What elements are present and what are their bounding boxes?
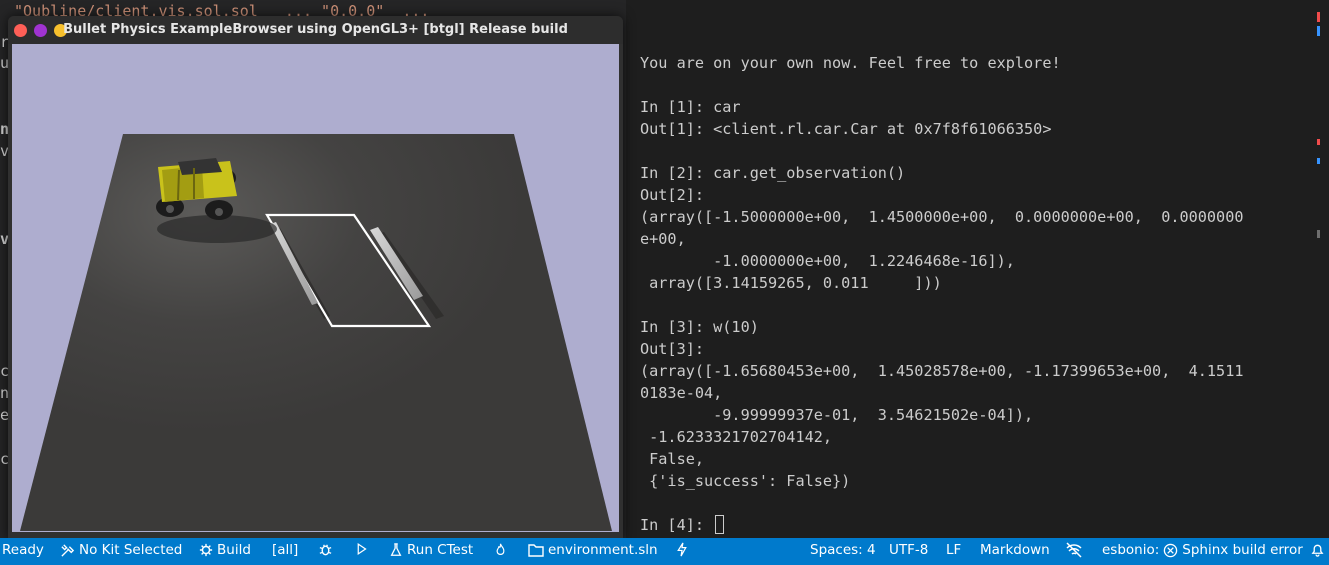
no-broadcast-icon	[1066, 542, 1082, 558]
terminal-panel[interactable]: You are on your own now. Feel free to ex…	[626, 0, 1314, 538]
encoding-selector[interactable]: UTF-8	[889, 542, 928, 558]
terminal-line: False,	[640, 450, 705, 468]
build-target-label: [all]	[272, 542, 299, 558]
terminal-line: -1.6233321702704142,	[640, 428, 833, 446]
terminal-line: (array([-1.5000000e+00, 1.4500000e+00, 0…	[640, 208, 1244, 226]
encoding-label: UTF-8	[889, 542, 929, 558]
flame-button[interactable]	[494, 542, 507, 557]
ruler-error-marker	[1317, 139, 1320, 145]
esbonio-label: esbonio:	[1102, 542, 1160, 558]
status-ready-label: Ready	[2, 542, 44, 558]
ruler-info-marker	[1317, 158, 1320, 164]
language-mode-selector[interactable]: Markdown	[980, 542, 1050, 558]
flame-icon	[496, 543, 505, 555]
terminal-line: (array([-1.65680453e+00, 1.45028578e+00,…	[640, 362, 1244, 380]
terminal-line: In [2]: car.get_observation()	[640, 164, 906, 182]
terminal-line: Out[3]:	[640, 340, 705, 358]
run-ctest-label: Run CTest	[407, 542, 474, 558]
window-title: Bullet Physics ExampleBrowser using Open…	[63, 22, 568, 37]
terminal-line: In [3]: w(10)	[640, 318, 759, 336]
terminal-line: Out[1]: <client.rl.car.Car at 0x7f8f6106…	[640, 120, 1052, 138]
bell-icon	[1311, 544, 1324, 557]
terminal-line: {'is_success': False})	[640, 472, 851, 490]
gear-icon	[199, 543, 213, 557]
build-button[interactable]: Build	[199, 542, 251, 558]
terminal-line: You are on your own now. Feel free to ex…	[640, 54, 1061, 72]
terminal-line: array([3.14159265, 0.011 ]))	[640, 274, 942, 292]
ground-plane	[20, 134, 612, 531]
terminal-prompt-line[interactable]: In [4]:	[640, 514, 725, 536]
kit-selector[interactable]: No Kit Selected	[60, 542, 182, 558]
kit-label: No Kit Selected	[79, 542, 183, 558]
terminal-line: -1.0000000e+00, 1.2246468e-16]),	[640, 252, 1015, 270]
play-icon	[357, 542, 367, 556]
ruler-error-marker	[1317, 12, 1320, 22]
ruler-info-marker	[1317, 26, 1320, 36]
solution-label: environment.sln	[548, 542, 658, 558]
folder-icon	[528, 544, 544, 557]
3d-viewport[interactable]	[12, 44, 619, 532]
tools-icon	[61, 543, 75, 557]
scrollbar-thumb[interactable]	[1317, 230, 1320, 238]
sphinx-error-label: Sphinx build error	[1182, 542, 1303, 558]
eol-selector[interactable]: LF	[946, 542, 961, 558]
run-button[interactable]	[355, 542, 368, 556]
esbonio-status[interactable]: esbonio: Sphinx build error	[1102, 542, 1303, 558]
bug-icon	[319, 544, 332, 556]
build-label: Build	[217, 542, 251, 558]
terminal-line: -9.99999937e-01, 3.54621502e-04]),	[640, 406, 1034, 424]
status-ready: Ready	[2, 542, 44, 558]
lightning-button[interactable]	[676, 542, 688, 557]
text-cursor	[715, 515, 725, 534]
terminal-prompt: In [4]:	[640, 516, 714, 534]
window-titlebar[interactable]: Bullet Physics ExampleBrowser using Open…	[8, 16, 623, 44]
build-target[interactable]: [all]	[272, 542, 298, 558]
terminal-line: e+00,	[640, 230, 686, 248]
eol-label: LF	[946, 542, 962, 558]
scrollbar[interactable]	[1314, 0, 1329, 538]
language-mode-label: Markdown	[980, 542, 1050, 558]
terminal-line: Out[2]:	[640, 186, 705, 204]
indentation-selector[interactable]: Spaces: 4	[810, 542, 876, 558]
debug-button[interactable]	[318, 542, 333, 557]
lightning-icon	[677, 542, 687, 557]
run-ctest-button[interactable]: Run CTest	[389, 542, 473, 558]
bullet-physics-window[interactable]: Bullet Physics ExampleBrowser using Open…	[8, 16, 623, 540]
solution-selector[interactable]: environment.sln	[528, 542, 658, 558]
scene-canvas[interactable]	[12, 44, 619, 532]
notifications-button[interactable]	[1310, 542, 1325, 557]
terminal-line: 0183e-04,	[640, 384, 723, 402]
status-bar: Ready No Kit Selected Build [all] Run CT…	[0, 538, 1329, 565]
broadcast-button[interactable]	[1065, 542, 1083, 558]
indentation-label: Spaces: 4	[810, 542, 876, 558]
error-circle-icon	[1164, 543, 1178, 557]
terminal-line: In [1]: car	[640, 98, 741, 116]
flask-icon	[390, 543, 402, 556]
